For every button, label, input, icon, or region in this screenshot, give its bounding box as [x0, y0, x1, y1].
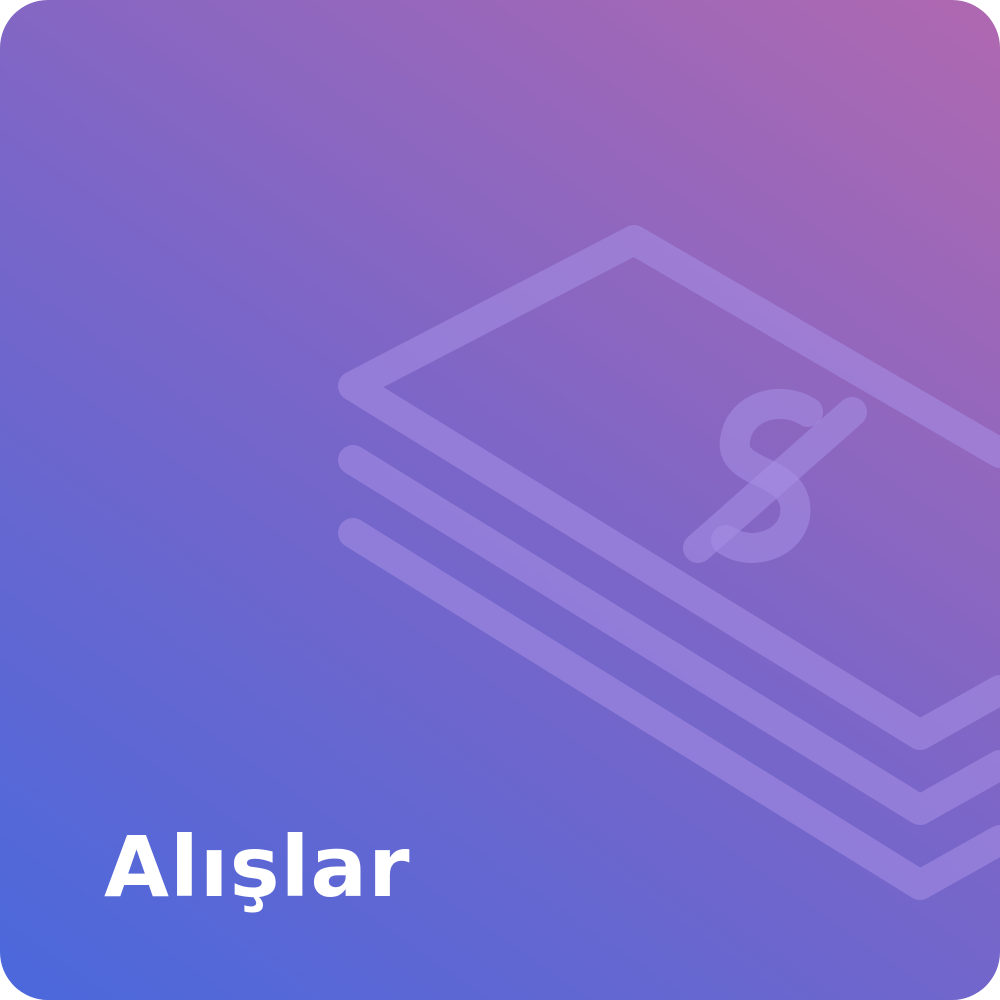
purchases-tile[interactable]: Alışlar — [0, 0, 1000, 1000]
tile-title: Alışlar — [104, 818, 411, 916]
